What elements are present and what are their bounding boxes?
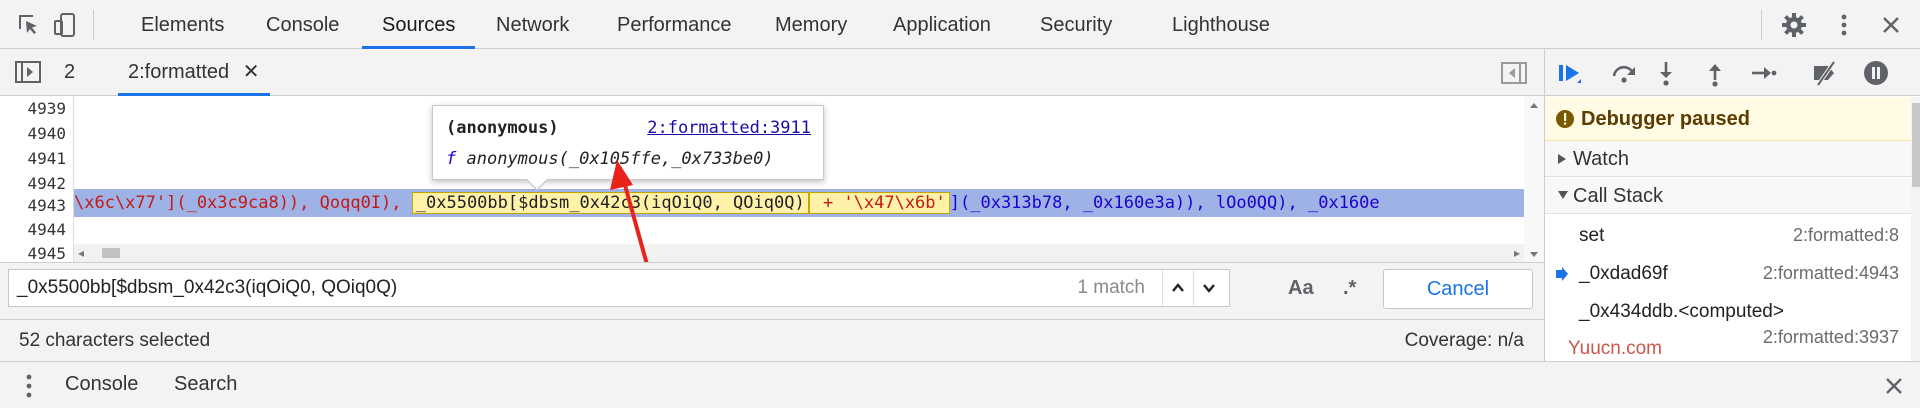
watch-section-header[interactable]: Watch	[1545, 141, 1911, 177]
call-frame-current[interactable]: _0xdad69f 2:formatted:4943	[1545, 255, 1911, 293]
collapse-triangle-icon	[1558, 191, 1568, 199]
info-icon	[1555, 109, 1575, 134]
frame-function: set	[1579, 225, 1605, 246]
next-match-button[interactable]	[1193, 270, 1223, 306]
selection-status: 52 characters selected	[19, 330, 211, 351]
debugger-toolbar	[1545, 49, 1920, 96]
step-out-icon[interactable]	[1700, 58, 1730, 88]
debugger-paused-banner: Debugger paused	[1545, 97, 1911, 141]
close-drawer-icon[interactable]	[1879, 371, 1909, 406]
step-over-icon[interactable]	[1609, 58, 1639, 88]
drawer-tab-bar: Console Search	[0, 361, 1920, 408]
debugger-paused-label: Debugger paused	[1581, 108, 1750, 130]
step-icon[interactable]	[1748, 58, 1778, 88]
drawer-tab-console[interactable]: Console	[65, 373, 138, 396]
frame-location[interactable]: 2:formatted:3937	[1763, 327, 1899, 348]
previous-match-button[interactable]	[1162, 270, 1192, 306]
frame-location[interactable]: 2:formatted:4943	[1763, 263, 1899, 284]
drawer-tab-search[interactable]: Search	[174, 373, 237, 396]
match-case-button[interactable]: Aa	[1288, 277, 1314, 300]
coverage-status[interactable]: Coverage: n/a	[1405, 330, 1524, 352]
watermark: Yuucn.com	[1568, 338, 1662, 359]
debugger-sidebar: Debugger paused Watch Call Stack set 2:f…	[1544, 49, 1920, 361]
call-stack-label: Call Stack	[1573, 185, 1664, 207]
search-query: _0x5500bb[$dbsm_0x42c3(iqOiQ0, QOiq0Q)	[17, 277, 398, 298]
frame-function: _0x434ddb.<computed>	[1579, 301, 1784, 322]
match-count: 1 match	[1077, 277, 1145, 298]
regex-button[interactable]: .*	[1343, 277, 1356, 300]
debugger-scrollbar[interactable]	[1911, 97, 1920, 361]
watch-label: Watch	[1573, 148, 1629, 170]
status-bar: 52 characters selected Coverage: n/a	[0, 319, 1544, 361]
scroll-thumb[interactable]	[1912, 103, 1920, 187]
frame-function: _0xdad69f	[1579, 263, 1668, 284]
current-frame-arrow-icon	[1556, 267, 1568, 281]
call-stack-section-header[interactable]: Call Stack	[1545, 178, 1911, 214]
frame-location[interactable]: 2:formatted:8	[1793, 225, 1899, 246]
resume-icon[interactable]	[1555, 58, 1585, 88]
drawer-menu-icon[interactable]	[19, 371, 39, 406]
step-into-icon[interactable]	[1651, 58, 1681, 88]
expand-triangle-icon	[1558, 154, 1566, 164]
search-input[interactable]: _0x5500bb[$dbsm_0x42c3(iqOiQ0, QOiq0Q) 1…	[8, 269, 1230, 307]
deactivate-breakpoints-icon[interactable]	[1810, 58, 1840, 88]
cancel-search-button[interactable]: Cancel	[1383, 269, 1533, 309]
pause-on-exceptions-icon[interactable]	[1861, 58, 1891, 88]
call-frame[interactable]: set 2:formatted:8	[1545, 217, 1911, 255]
